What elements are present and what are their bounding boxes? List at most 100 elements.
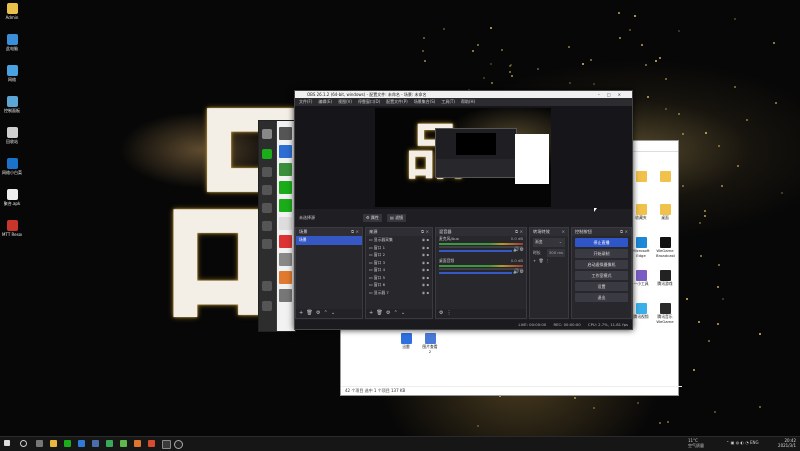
chat-list-avatar[interactable] [279, 127, 292, 140]
chat-list-avatar[interactable] [279, 253, 292, 266]
dock-float-icon[interactable]: ⧉ × [421, 228, 429, 236]
visibility-lock-icons[interactable]: ◉ ▪ [422, 251, 429, 259]
chat-list-avatar[interactable] [279, 181, 292, 194]
explorer-file-icon[interactable] [632, 171, 650, 183]
chat-list-avatar[interactable] [279, 289, 292, 302]
search-icon[interactable] [20, 440, 27, 447]
app-taskbar-icon[interactable] [148, 440, 155, 447]
explorer-file-icon[interactable]: 收藏夹 [632, 204, 650, 221]
chat-list-avatar[interactable] [279, 163, 292, 176]
menu-item[interactable]: 停靠窗口(D) [358, 99, 380, 104]
move-down-icon[interactable]: ⌄ [331, 310, 335, 316]
explorer-file-icon[interactable]: Microsoft Edge [632, 237, 650, 258]
add-source-icon[interactable]: + [369, 310, 373, 316]
scene-filters-icon[interactable]: ⚙ [316, 310, 320, 316]
app-taskbar-icon[interactable] [134, 440, 141, 447]
scene-item[interactable]: 场景 [296, 236, 362, 245]
moments-icon[interactable] [262, 221, 272, 231]
visibility-lock-icons[interactable]: ◉ ▪ [422, 236, 429, 244]
volume-slider[interactable]: 🔊⚙ [439, 247, 524, 253]
explorer-file-icon[interactable]: 腾讯音乐 WeGame [656, 303, 674, 324]
clock[interactable]: 20:42 2021/3/1 [778, 438, 796, 448]
transition-type-select[interactable]: 渐变 ⌄ [533, 238, 565, 247]
explorer-file-icon[interactable]: WeGame Broadcast [656, 237, 675, 258]
system-tray[interactable]: ⌃ ▣ ◍ ◐ ◔ ENG [726, 440, 759, 445]
obs-taskbar-icon[interactable] [174, 440, 183, 449]
app-taskbar-icon[interactable] [120, 440, 127, 447]
explorer-file-icon[interactable]: 腾讯游戏 [656, 270, 674, 287]
chat-list-avatar[interactable] [279, 199, 292, 212]
visibility-lock-icons[interactable]: ◉ ▪ [422, 266, 429, 274]
file-explorer-taskbar-icon[interactable] [50, 440, 57, 447]
source-item[interactable]: ▭ 窗口 5 ◉ ▪ [366, 274, 432, 282]
minimize-icon[interactable]: – [598, 92, 607, 97]
phone-icon[interactable] [262, 281, 272, 291]
dock-float-icon[interactable]: × [561, 228, 565, 236]
move-down-icon[interactable]: ⌄ [401, 310, 405, 316]
menu-item[interactable]: 帮助(H) [461, 99, 475, 104]
desktop-icon[interactable]: Admin [2, 3, 22, 20]
desktop-icon[interactable]: 控制面板 [2, 96, 22, 113]
weather-widget[interactable]: 11°C 空气质量 [688, 438, 704, 448]
app-taskbar-icon[interactable] [92, 440, 99, 447]
menu-item[interactable]: 编辑(E) [318, 99, 332, 104]
chat-list-avatar[interactable] [279, 235, 292, 248]
desktop-icon[interactable]: 聚合.apk [2, 189, 22, 206]
source-item[interactable]: ▭ 窗口 1 ◉ ▪ [366, 244, 432, 252]
app-taskbar-icon[interactable] [106, 440, 113, 447]
visibility-lock-icons[interactable]: ◉ ▪ [422, 259, 429, 267]
obs-preview-canvas[interactable]: 品 [375, 108, 551, 207]
source-item[interactable]: ▭ 显示器 7 ◉ ▪ [366, 289, 432, 297]
chat-avatar-icon[interactable] [262, 129, 272, 139]
files-icon[interactable] [262, 203, 272, 213]
start-icon[interactable] [4, 440, 10, 446]
duration-input[interactable]: 300 ms [546, 248, 565, 257]
explorer-file-icon[interactable]: 腾讯视频 [632, 303, 650, 320]
dock-float-icon[interactable]: ⧉ × [620, 228, 628, 236]
exit-button[interactable]: 退出 [575, 293, 628, 302]
add-scene-icon[interactable]: + [299, 310, 303, 316]
transition-menu-icon[interactable]: ⋮ [546, 258, 550, 263]
visibility-lock-icons[interactable]: ◉ ▪ [422, 289, 429, 297]
menu-item[interactable]: 工具(T) [441, 99, 455, 104]
filters-button[interactable]: ▤ 滤镜 [387, 214, 407, 222]
explorer-file-icon[interactable]: 图片查看 2 [421, 333, 439, 354]
explorer-file-icon[interactable] [656, 171, 674, 183]
source-item[interactable]: ▭ 窗口 3 ◉ ▪ [366, 259, 432, 267]
visibility-lock-icons[interactable]: ◉ ▪ [422, 274, 429, 282]
mute-speaker-icon[interactable]: 🔊⚙ [513, 247, 524, 253]
source-item[interactable]: ▭ 窗口 2 ◉ ▪ [366, 251, 432, 259]
obs-window[interactable]: OBS 26.1.2 (64-bit, windows) - 配置文件: 未命名… [294, 90, 633, 330]
browser-taskbar-icon[interactable] [78, 440, 85, 447]
favorites-icon[interactable] [262, 185, 272, 195]
desktop-icon[interactable]: 网络小白菜体系 [2, 158, 22, 175]
dock-float-icon[interactable]: ⧉ × [351, 228, 359, 236]
properties-button[interactable]: ⚙ 属性 [363, 214, 382, 222]
advanced-audio-icon[interactable]: ⚙ [439, 310, 443, 316]
contacts-icon[interactable] [262, 167, 272, 177]
mute-speaker-icon[interactable]: 🔊⚙ [513, 269, 524, 275]
volume-slider[interactable]: 🔊⚙ [439, 269, 524, 275]
chat-list-avatar[interactable] [279, 271, 292, 284]
maximize-icon[interactable]: □ [607, 92, 618, 97]
dock-float-icon[interactable]: ⧉ × [515, 228, 523, 236]
menu-item[interactable]: 视图(V) [338, 99, 352, 104]
mini-program-icon[interactable] [262, 239, 272, 249]
remove-source-icon[interactable]: 🗑 [376, 310, 382, 316]
source-item[interactable]: ▭ 窗口 4 ◉ ▪ [366, 266, 432, 274]
move-up-icon[interactable]: ⌃ [394, 310, 398, 316]
explorer-file-icon[interactable]: 迅雷 [397, 333, 415, 350]
visibility-lock-icons[interactable]: ◉ ▪ [422, 244, 429, 252]
add-transition-icon[interactable]: + [533, 258, 536, 263]
source-item[interactable]: ▭ 窗口 6 ◉ ▪ [366, 281, 432, 289]
chat-message-icon[interactable] [262, 149, 272, 159]
stop-streaming-button[interactable]: 停止直播 [575, 238, 628, 247]
desktop-icon[interactable]: 回收站 [2, 127, 22, 144]
explorer-file-icon[interactable]: 一小工具 [632, 270, 650, 287]
remove-transition-icon[interactable]: 🗑 [539, 258, 544, 263]
menu-item[interactable]: 场景集合(S) [414, 99, 436, 104]
menu-item[interactable]: 配置文件(P) [386, 99, 408, 104]
wechat-taskbar-icon[interactable] [64, 440, 71, 447]
app-taskbar-icon[interactable] [162, 440, 171, 449]
explorer-file-icon[interactable]: 桌面 [656, 204, 674, 221]
